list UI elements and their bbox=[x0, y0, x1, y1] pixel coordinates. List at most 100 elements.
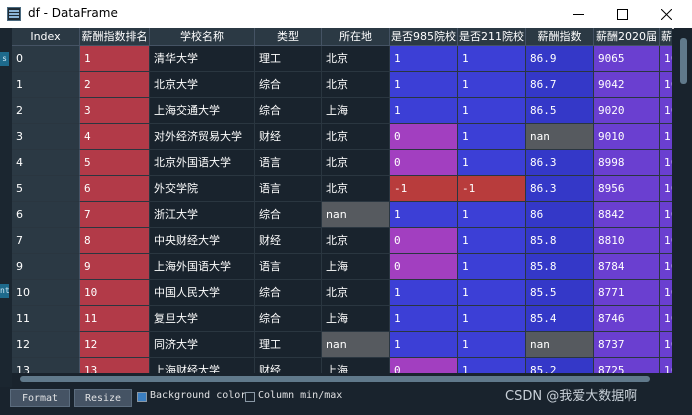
header-is-985[interactable]: 是否985院校 bbox=[390, 28, 458, 46]
pay-2020-cell[interactable]: 8842 bbox=[594, 202, 660, 228]
is-211-cell[interactable]: 1 bbox=[458, 228, 526, 254]
location-cell[interactable]: 北京 bbox=[322, 46, 390, 72]
row-index[interactable]: 9 bbox=[12, 254, 80, 280]
type-cell[interactable]: 理工 bbox=[255, 332, 322, 358]
pay-2020-cell[interactable]: 8998 bbox=[594, 150, 660, 176]
school-name-cell[interactable]: 北京大学 bbox=[150, 72, 255, 98]
overflow-cell[interactable]: 10 bbox=[660, 358, 672, 373]
location-cell[interactable]: nan bbox=[322, 202, 390, 228]
overflow-cell[interactable]: 10 bbox=[660, 306, 672, 332]
is-985-cell[interactable]: 1 bbox=[390, 280, 458, 306]
pay-2020-cell[interactable]: 9010 bbox=[594, 124, 660, 150]
pay-2020-cell[interactable]: 9065 bbox=[594, 46, 660, 72]
pay-index-cell[interactable]: 85.8 bbox=[526, 254, 594, 280]
type-cell[interactable]: 语言 bbox=[255, 150, 322, 176]
resize-button[interactable]: Resize bbox=[74, 389, 132, 407]
row-index[interactable]: 10 bbox=[12, 280, 80, 306]
school-name-cell[interactable]: 对外经济贸易大学 bbox=[150, 124, 255, 150]
rank-cell[interactable]: 8 bbox=[80, 228, 150, 254]
header-location[interactable]: 所在地 bbox=[322, 28, 390, 46]
type-cell[interactable]: 财经 bbox=[255, 228, 322, 254]
is-985-cell[interactable]: 1 bbox=[390, 202, 458, 228]
pay-index-cell[interactable]: 86.9 bbox=[526, 46, 594, 72]
table-row[interactable]: 56外交学院语言北京-1-186.3895610 bbox=[12, 176, 672, 202]
is-211-cell[interactable]: 1 bbox=[458, 98, 526, 124]
pay-2020-cell[interactable]: 8956 bbox=[594, 176, 660, 202]
pay-2020-cell[interactable]: 8725 bbox=[594, 358, 660, 373]
table-row[interactable]: 99上海外国语大学语言上海0185.8878410 bbox=[12, 254, 672, 280]
header-index[interactable]: Index bbox=[12, 28, 80, 46]
school-name-cell[interactable]: 北京外国语大学 bbox=[150, 150, 255, 176]
is-985-cell[interactable]: 1 bbox=[390, 306, 458, 332]
overflow-cell[interactable]: 10 bbox=[660, 202, 672, 228]
table-row[interactable]: 23上海交通大学综合上海1186.5902010 bbox=[12, 98, 672, 124]
pay-index-cell[interactable]: 86.5 bbox=[526, 98, 594, 124]
table-row[interactable]: 1010中国人民大学综合北京1185.5877110 bbox=[12, 280, 672, 306]
is-211-cell[interactable]: 1 bbox=[458, 150, 526, 176]
school-name-cell[interactable]: 同济大学 bbox=[150, 332, 255, 358]
is-985-cell[interactable]: 1 bbox=[390, 98, 458, 124]
table-row[interactable]: 45北京外国语大学语言北京0186.3899810 bbox=[12, 150, 672, 176]
overflow-cell[interactable]: 10 bbox=[660, 98, 672, 124]
rank-cell[interactable]: 1 bbox=[80, 46, 150, 72]
row-index[interactable]: 11 bbox=[12, 306, 80, 332]
table-row[interactable]: 1212同济大学理工nan11nan873710 bbox=[12, 332, 672, 358]
row-index[interactable]: 12 bbox=[12, 332, 80, 358]
rank-cell[interactable]: 12 bbox=[80, 332, 150, 358]
location-cell[interactable]: nan bbox=[322, 332, 390, 358]
is-211-cell[interactable]: -1 bbox=[458, 176, 526, 202]
header-is-211[interactable]: 是否211院校 bbox=[458, 28, 526, 46]
header-overflow[interactable]: 薪 bbox=[660, 28, 672, 46]
pay-2020-cell[interactable]: 8771 bbox=[594, 280, 660, 306]
is-211-cell[interactable]: 1 bbox=[458, 280, 526, 306]
header-type[interactable]: 类型 bbox=[255, 28, 322, 46]
pay-index-cell[interactable]: nan bbox=[526, 124, 594, 150]
pay-2020-cell[interactable]: 8810 bbox=[594, 228, 660, 254]
maximize-button[interactable] bbox=[599, 0, 645, 28]
school-name-cell[interactable]: 外交学院 bbox=[150, 176, 255, 202]
type-cell[interactable]: 财经 bbox=[255, 124, 322, 150]
is-985-cell[interactable]: 0 bbox=[390, 254, 458, 280]
school-name-cell[interactable]: 清华大学 bbox=[150, 46, 255, 72]
is-211-cell[interactable]: 1 bbox=[458, 46, 526, 72]
is-985-cell[interactable]: 1 bbox=[390, 46, 458, 72]
is-211-cell[interactable]: 1 bbox=[458, 202, 526, 228]
row-index[interactable]: 4 bbox=[12, 150, 80, 176]
table-row[interactable]: 78中央财经大学财经北京0185.8881010 bbox=[12, 228, 672, 254]
pay-index-cell[interactable]: 85.8 bbox=[526, 228, 594, 254]
row-index[interactable]: 5 bbox=[12, 176, 80, 202]
row-index[interactable]: 2 bbox=[12, 98, 80, 124]
pay-2020-cell[interactable]: 8737 bbox=[594, 332, 660, 358]
pay-index-cell[interactable]: 86.3 bbox=[526, 150, 594, 176]
location-cell[interactable]: 北京 bbox=[322, 72, 390, 98]
overflow-cell[interactable]: 10 bbox=[660, 46, 672, 72]
pay-index-cell[interactable]: nan bbox=[526, 332, 594, 358]
row-index[interactable]: 1 bbox=[12, 72, 80, 98]
type-cell[interactable]: 综合 bbox=[255, 280, 322, 306]
horizontal-scrollbar[interactable] bbox=[12, 373, 672, 385]
is-985-cell[interactable]: 0 bbox=[390, 124, 458, 150]
type-cell[interactable]: 综合 bbox=[255, 306, 322, 332]
is-985-cell[interactable]: -1 bbox=[390, 176, 458, 202]
pay-index-cell[interactable]: 85.2 bbox=[526, 358, 594, 373]
pay-index-cell[interactable]: 86 bbox=[526, 202, 594, 228]
location-cell[interactable]: 北京 bbox=[322, 280, 390, 306]
rank-cell[interactable]: 3 bbox=[80, 98, 150, 124]
school-name-cell[interactable]: 上海财经大学 bbox=[150, 358, 255, 373]
rank-cell[interactable]: 9 bbox=[80, 254, 150, 280]
row-index[interactable]: 7 bbox=[12, 228, 80, 254]
overflow-cell[interactable]: 10 bbox=[660, 150, 672, 176]
is-211-cell[interactable]: 1 bbox=[458, 72, 526, 98]
type-cell[interactable]: 理工 bbox=[255, 46, 322, 72]
location-cell[interactable]: 上海 bbox=[322, 306, 390, 332]
location-cell[interactable]: 北京 bbox=[322, 228, 390, 254]
row-index[interactable]: 3 bbox=[12, 124, 80, 150]
overflow-cell[interactable]: 10 bbox=[660, 332, 672, 358]
type-cell[interactable]: 综合 bbox=[255, 98, 322, 124]
dataframe-table[interactable]: Index 薪酬指数排名 学校名称 类型 所在地 是否985院校 是否211院校 薪酬指数 薪酬… bbox=[12, 28, 672, 373]
school-name-cell[interactable]: 复旦大学 bbox=[150, 306, 255, 332]
is-211-cell[interactable]: 1 bbox=[458, 358, 526, 373]
format-button[interactable]: Format bbox=[10, 389, 70, 407]
rank-cell[interactable]: 13 bbox=[80, 358, 150, 373]
table-row[interactable]: 1313上海财经大学财经上海0185.2872510 bbox=[12, 358, 672, 373]
